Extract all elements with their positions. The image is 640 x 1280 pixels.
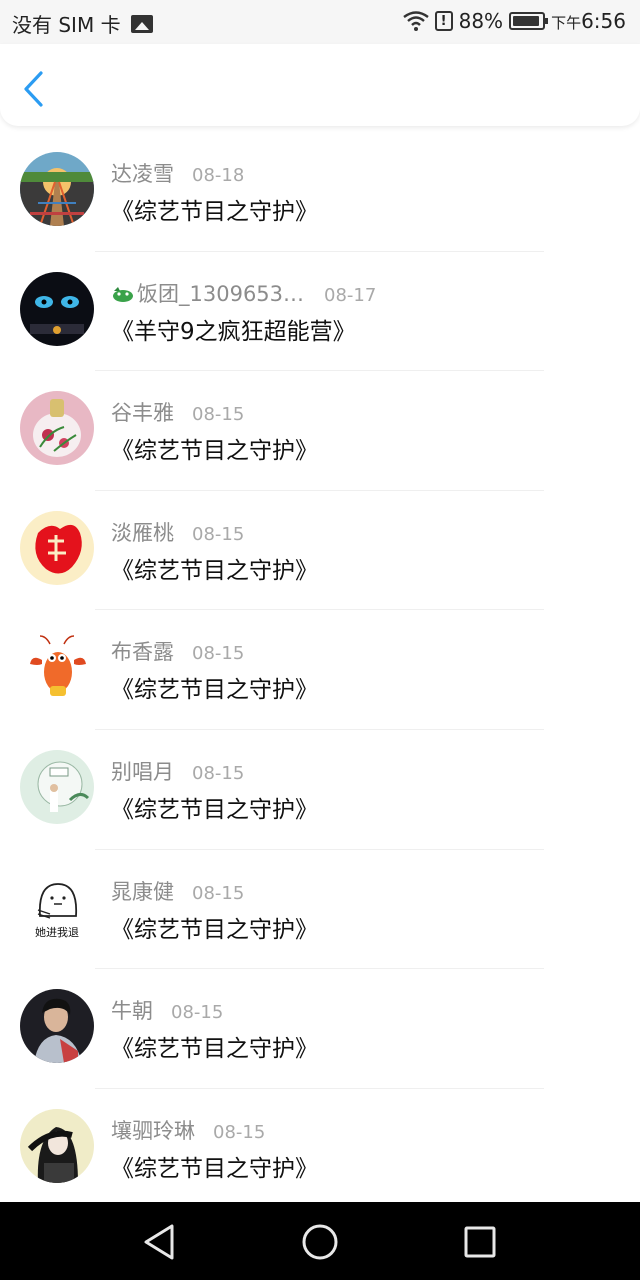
list-item[interactable]: 牛朝 08-15 《综艺节目之守护》: [0, 969, 640, 1089]
time-prefix: 下午: [551, 14, 582, 32]
list-item[interactable]: 达凌雪 08-18 《综艺节目之守护》: [0, 132, 640, 252]
alert-icon: !: [434, 11, 453, 31]
wifi-icon: [402, 11, 429, 31]
list-item[interactable]: 壤驷玲琳 08-15 《综艺节目之守护》: [0, 1089, 640, 1209]
user-name: 布香露: [111, 640, 174, 665]
avatar: [20, 391, 94, 466]
status-right: ! 88% 下午6:56: [402, 9, 626, 33]
list-item[interactable]: 她进我退 晁康健 08-15 《综艺节目之守护》: [0, 850, 640, 970]
item-meta: 别唱月 08-15: [111, 756, 244, 786]
screen: 没有 SIM 卡 ! 88% 下午6:56 达凌雪 08-18 《综艺节目之守护…: [0, 0, 640, 1280]
item-meta: 布香露 08-15: [111, 636, 244, 666]
list-item[interactable]: 饭团_13096532... 08-17 《羊守9之疯狂超能营》: [0, 252, 640, 372]
user-name: 晁康健: [111, 879, 174, 904]
item-date: 08-15: [192, 523, 245, 545]
item-title: 《羊守9之疯狂超能营》: [111, 318, 356, 345]
item-title: 《综艺节目之守护》: [111, 1036, 318, 1063]
user-name: 达凌雪: [111, 162, 174, 186]
user-name: 淡雁桃: [111, 520, 174, 545]
item-title: 《综艺节目之守护》: [111, 438, 318, 465]
clock: 下午6:56: [551, 9, 626, 33]
battery-percent: 88%: [458, 9, 504, 33]
avatar: 她进我退: [20, 869, 94, 944]
carrier-text: 没有 SIM 卡: [12, 13, 121, 37]
avatar: [20, 152, 94, 226]
dragon-badge-icon: [113, 286, 133, 302]
user-name: 饭团_13096532...: [111, 278, 306, 308]
list-item[interactable]: 谷丰雅 08-15 《综艺节目之守护》: [0, 371, 640, 491]
user-name: 谷丰雅: [111, 401, 174, 426]
nav-recents-button[interactable]: [458, 1220, 502, 1264]
item-title: 《综艺节目之守护》: [111, 557, 318, 584]
triangle-back-icon: [144, 1224, 174, 1260]
square-recents-icon: [464, 1226, 496, 1258]
user-name: 牛朝: [111, 999, 153, 1024]
item-meta: 淡雁桃 08-15: [111, 517, 244, 547]
svg-text:她进我退: 她进我退: [35, 925, 79, 939]
nav-home-button[interactable]: [298, 1220, 342, 1264]
user-name: 壤驷玲琳: [111, 1118, 195, 1143]
avatar: [20, 510, 94, 585]
user-name: 别唱月: [111, 759, 174, 784]
item-meta: 牛朝 08-15: [111, 995, 223, 1025]
list-item[interactable]: 布香露 08-15 《综艺节目之守护》: [0, 610, 640, 730]
list-item[interactable]: 淡雁桃 08-15 《综艺节目之守护》: [0, 491, 640, 611]
item-meta: 饭团_13096532... 08-17: [111, 278, 376, 308]
battery-icon: [509, 12, 549, 30]
header-bar: [0, 44, 640, 126]
item-date: 08-15: [192, 882, 245, 904]
item-title: 《综艺节目之守护》: [111, 916, 318, 943]
user-name-text: 饭团_13096532...: [137, 281, 306, 306]
system-nav-bar: [0, 1202, 640, 1280]
status-bar: 没有 SIM 卡 ! 88% 下午6:56: [0, 0, 640, 44]
chevron-left-icon: [24, 71, 43, 107]
avatar: [20, 989, 94, 1064]
avatar: [20, 1108, 94, 1183]
avatar: [20, 749, 94, 824]
item-meta: 壤驷玲琳 08-15: [111, 1115, 265, 1145]
item-date: 08-15: [192, 643, 245, 665]
avatar: [20, 630, 94, 705]
item-title: 《综艺节目之守护》: [111, 199, 318, 225]
item-title: 《综艺节目之守护》: [111, 796, 318, 823]
back-button[interactable]: [14, 66, 54, 112]
item-meta: 谷丰雅 08-15: [111, 397, 244, 427]
item-meta: 达凌雪 08-18: [111, 158, 244, 188]
item-title: 《综艺节目之守护》: [111, 677, 318, 704]
item-date: 08-15: [192, 762, 245, 784]
item-meta: 晁康健 08-15: [111, 876, 244, 906]
item-date: 08-15: [192, 404, 245, 426]
status-left: 没有 SIM 卡: [12, 9, 153, 38]
avatar: [20, 271, 94, 346]
nav-back-button[interactable]: [138, 1220, 182, 1264]
circle-home-icon: [302, 1224, 338, 1260]
list-item[interactable]: 别唱月 08-15 《综艺节目之守护》: [0, 730, 640, 850]
gallery-icon: [130, 14, 153, 33]
item-date: 08-15: [213, 1121, 266, 1143]
history-list: 达凌雪 08-18 《综艺节目之守护》 饭团_13096532... 08-17…: [0, 132, 640, 1208]
item-date: 08-17: [324, 284, 377, 306]
item-title: 《综艺节目之守护》: [111, 1155, 318, 1182]
item-date: 08-15: [171, 1002, 224, 1024]
time: 6:56: [581, 9, 626, 33]
item-date: 08-18: [192, 165, 245, 186]
